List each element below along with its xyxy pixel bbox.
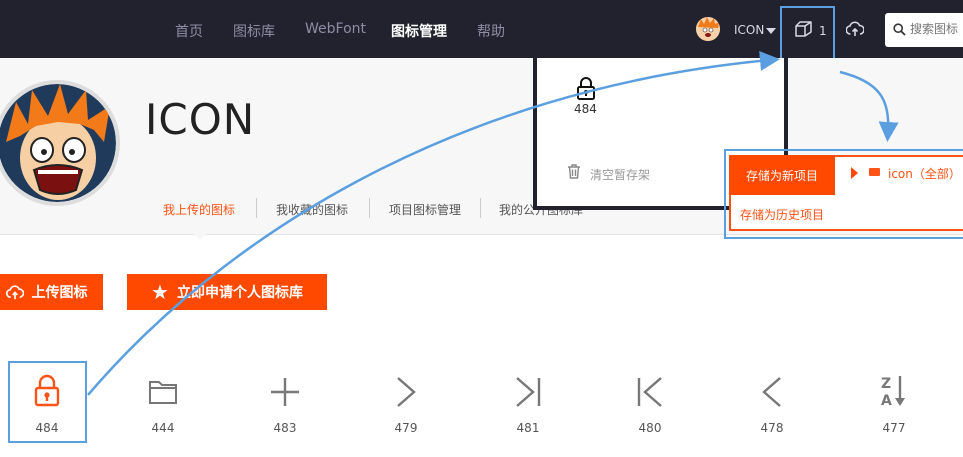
user-name[interactable]: ICON [734, 23, 764, 37]
icon-card-sort-za[interactable]: Z A 477 [855, 362, 933, 442]
nav-home[interactable]: 首页 [175, 21, 203, 41]
icon-card-chevron-left[interactable]: 478 [733, 362, 811, 442]
icon-number: 479 [394, 421, 418, 435]
svg-text:A: A [881, 393, 892, 408]
icon-number: 481 [516, 421, 540, 435]
cart-box-icon[interactable] [795, 21, 813, 37]
nav-webfont[interactable]: WebFont [305, 21, 366, 37]
cart-item-number: 484 [574, 102, 597, 116]
user-avatar[interactable] [696, 17, 720, 41]
nav-icon-management[interactable]: 图标管理 [391, 21, 447, 41]
apply-library-button[interactable]: ★ 立即申请个人图标库 [127, 274, 327, 310]
tab-my-favorites[interactable]: 我收藏的图标 [276, 201, 348, 218]
cloud-upload-icon [5, 284, 24, 299]
icon-number: 483 [273, 421, 297, 435]
project-item-icon-all[interactable]: icon（全部） [888, 165, 961, 182]
nav-help[interactable]: 帮助 [477, 21, 505, 41]
lock-icon[interactable] [576, 77, 596, 101]
chevron-left-icon [762, 377, 781, 407]
icon-card-chevron-right[interactable]: 479 [367, 362, 445, 442]
icon-card-lock[interactable]: 484 [8, 362, 86, 442]
icon-number: 480 [638, 421, 662, 435]
icon-number: 444 [151, 421, 175, 435]
save-history-project-button[interactable]: 存储为历史项目 [740, 206, 824, 223]
icon-number: 478 [760, 421, 784, 435]
folder-icon [869, 168, 880, 176]
upload-icon-button[interactable]: 上传图标 [0, 274, 103, 310]
sort-za-icon: Z A [881, 376, 905, 408]
profile-name: ICON [145, 95, 256, 144]
star-icon: ★ [151, 280, 169, 304]
tab-my-uploads[interactable]: 我上传的图标 [163, 201, 235, 218]
tab-project-icons[interactable]: 项目图标管理 [389, 201, 461, 218]
icon-number: 484 [35, 421, 59, 435]
tab-divider [369, 198, 370, 218]
tab-divider [480, 198, 481, 218]
lock-icon [34, 374, 60, 407]
skip-start-icon [637, 377, 662, 407]
icon-card-skip-start[interactable]: 480 [611, 362, 689, 442]
apply-button-label: 立即申请个人图标库 [176, 285, 303, 301]
active-tab-pointer [192, 232, 208, 240]
caret-down-icon[interactable] [766, 28, 776, 34]
upload-button-label: 上传图标 [31, 285, 88, 301]
plus-icon [271, 378, 299, 406]
chevron-right-icon [397, 377, 416, 407]
save-new-project-button[interactable]: 存储为新项目 [729, 155, 835, 195]
tab-divider [256, 198, 257, 218]
clear-cart-link[interactable]: 清空暂存架 [590, 166, 650, 183]
svg-text:Z: Z [881, 376, 891, 392]
icon-card-skip-end[interactable]: 481 [489, 362, 567, 442]
caret-right-icon [851, 167, 858, 179]
icon-card-plus[interactable]: 483 [246, 362, 324, 442]
icon-card-folder[interactable]: 444 [124, 362, 202, 442]
search-input[interactable] [910, 22, 963, 36]
search-icon[interactable] [893, 23, 906, 36]
cloud-upload-icon[interactable] [846, 21, 864, 37]
nav-icon-library[interactable]: 图标库 [233, 21, 275, 41]
cart-count[interactable]: 1 [819, 24, 827, 38]
folder-icon [149, 381, 177, 404]
icon-number: 477 [882, 421, 906, 435]
skip-end-icon [516, 377, 541, 407]
trash-icon[interactable] [567, 164, 581, 179]
